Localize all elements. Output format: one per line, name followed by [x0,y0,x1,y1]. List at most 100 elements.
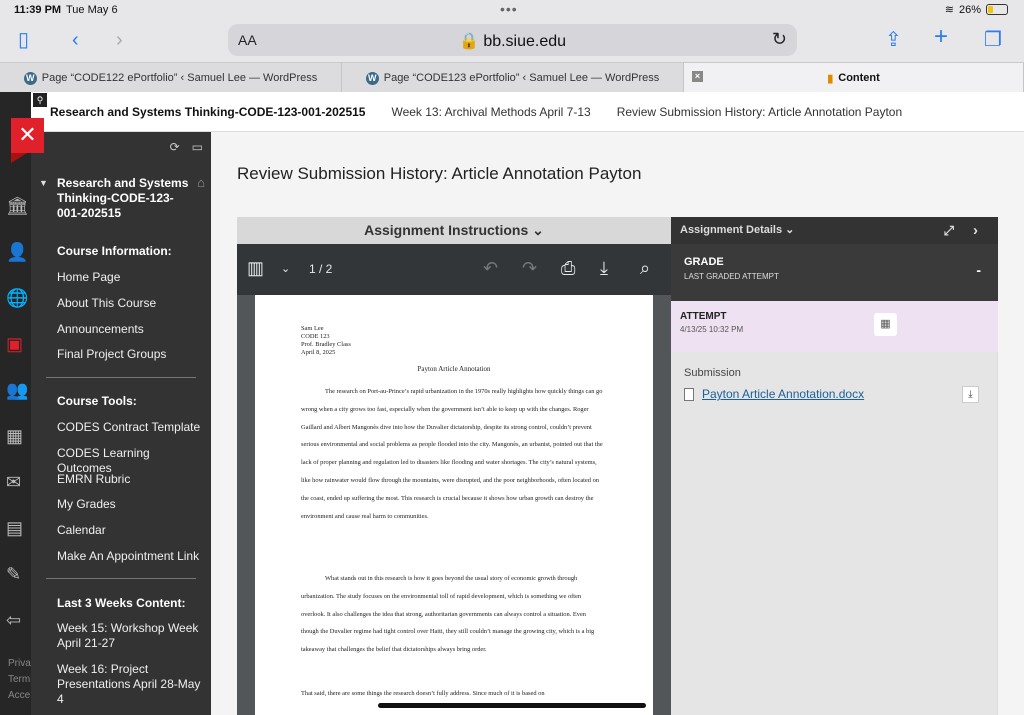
wordpress-icon: W [23,71,37,85]
groups-icon[interactable]: 👥 [6,380,28,401]
menu-item-week-15[interactable]: Week 15: Workshop Week April 21-27 [57,621,207,651]
menu-divider [46,377,196,378]
close-course-button[interactable]: ✕ [11,118,44,163]
wifi-icon: ≋ [944,4,954,16]
page-indicator: 1 / 2 [309,262,333,276]
breadcrumb: Research and Systems Thinking-CODE-123-0… [31,92,1024,132]
tab-label: Content [838,72,880,84]
download-icon[interactable]: ⤓ [600,258,608,279]
paragraph-text: The research on Port-au-Prince’s rapid u… [301,388,603,520]
collapse-caret-icon[interactable]: ▼ [39,178,48,188]
multitasking-dots-icon[interactable]: ••• [500,1,518,17]
print-icon[interactable]: ⎙ [561,258,575,279]
new-tab-icon[interactable]: + [934,25,948,49]
blackboard-page: 🏛 👤 🌐 ▣ 👥 ▦ ✉ ▤ ✎ ⇦ Priva Term Acce ✕ ⚲ … [0,92,1024,715]
refresh-icon[interactable]: ⟳ [170,140,180,154]
menu-item-week-16[interactable]: Week 16: Project Presentations April 28-… [57,662,207,707]
submission-file-link[interactable]: Payton Article Annotation.docx [684,387,864,401]
section-heading: Course Information: [57,244,172,258]
profile-icon[interactable]: 👤 [6,242,28,263]
sign-out-icon[interactable]: ⇦ [6,610,21,631]
reload-icon[interactable]: ↻ [772,29,787,50]
battery-icon [986,4,1008,15]
assignment-details-header[interactable]: Assignment Details ⌄ ⤢ › [671,217,998,244]
document-page: Sam Lee CODE 123 Prof. Bradley Class Apr… [255,295,653,715]
document-viewer[interactable]: Sam Lee CODE 123 Prof. Bradley Class Apr… [237,295,671,715]
grades-icon[interactable]: ▤ [6,518,23,539]
globe-icon[interactable]: 🌐 [6,288,28,309]
sidebar-toggle-icon[interactable]: ▯ [18,28,29,52]
download-icon[interactable]: ⤓ [962,386,979,403]
section-heading: Course Tools: [57,394,137,408]
back-icon[interactable]: ‹ [72,28,79,52]
assignment-instructions-toggle[interactable]: Assignment Instructions ⌄ [237,217,671,244]
wordpress-icon: W [365,71,379,85]
status-time: 11:39 PM [14,4,62,16]
breadcrumb-week[interactable]: Week 13: Archival Methods April 7-13 [391,105,590,119]
document-viewer-toolbar: ▥ ⌄ 1 / 2 ↶ ↷ ⎙ ⤓ ⌕ [237,244,671,295]
tab-strip: W Page “CODE122 ePortfolio” ‹ Samuel Lee… [0,62,1024,93]
terms-link[interactable]: Term [8,674,30,685]
blackboard-icon: ▮ [827,72,834,85]
chevron-right-icon[interactable]: › [973,217,978,244]
paragraph-text: What stands out in this research is how … [301,575,595,654]
forward-icon[interactable]: › [116,28,123,52]
details-title: Assignment Details [680,224,783,236]
menu-divider [46,578,196,579]
menu-item-about[interactable]: About This Course [57,296,207,311]
menu-item-announcements[interactable]: Announcements [57,322,207,337]
courses-icon[interactable]: ▣ [6,334,23,355]
redo-icon[interactable]: ↷ [522,258,537,279]
grade-sublabel: LAST GRADED ATTEMPT [684,272,779,281]
grade-label: GRADE [684,256,724,268]
attempt-time: 4/13/25 10:32 PM [680,325,744,334]
calendar-icon[interactable]: ▦ [6,426,23,447]
tabs-overview-icon[interactable]: ❐ [984,28,1002,52]
breadcrumb-course[interactable]: Research and Systems Thinking-CODE-123-0… [50,105,365,119]
doc-header-line: CODE 123 [301,333,330,340]
doc-header-line: April 8, 2025 [301,349,336,356]
url-text: 🔒 bb.siue.edu [228,31,797,51]
menu-item-my-grades[interactable]: My Grades [57,497,207,512]
menu-item-appointment[interactable]: Make An Appointment Link [57,549,207,564]
address-bar[interactable]: AA 🔒 bb.siue.edu ↻ [228,24,797,56]
browser-toolbar: ▯ ‹ › AA 🔒 bb.siue.edu ↻ ⇪ + ❐ [0,20,1024,62]
attempt-section[interactable]: ATTEMPT 4/13/25 10:32 PM ▦ [671,301,998,352]
accessibility-link[interactable]: Acce [8,690,30,701]
messages-icon[interactable]: ✉ [6,472,21,493]
doc-header-line: Sam Lee [301,325,324,332]
course-title[interactable]: Research and Systems Thinking-CODE-123-0… [57,176,197,221]
thumbnails-icon[interactable]: ▥ [247,258,264,279]
tab-code123[interactable]: W Page “CODE123 ePortfolio” ‹ Samuel Lee… [342,63,684,93]
home-indicator[interactable] [378,703,646,708]
menu-item-final-project-groups[interactable]: Final Project Groups [57,347,207,362]
grade-section: GRADE LAST GRADED ATTEMPT - [671,244,998,301]
folder-icon[interactable]: ▭ [192,140,203,154]
close-tab-icon[interactable]: × [692,71,703,82]
menu-item-contract-template[interactable]: CODES Contract Template [57,420,207,435]
search-icon[interactable]: ⌕ [640,258,650,279]
menu-item-calendar[interactable]: Calendar [57,523,207,538]
menu-item-emrn-rubric[interactable]: EMRN Rubric [57,472,207,487]
breadcrumb-current: Review Submission History: Article Annot… [616,104,903,119]
battery-percent: 26% [958,3,981,16]
attempt-label: ATTEMPT [680,311,727,322]
menu-item-home-page[interactable]: Home Page [57,270,207,285]
pin-icon[interactable]: ⚲ [33,93,47,107]
submission-file-name[interactable]: Payton Article Annotation.docx [702,387,864,401]
expand-icon[interactable]: ⤢ [944,217,954,244]
privacy-link[interactable]: Priva [8,658,31,669]
chevron-down-icon[interactable]: ⌄ [281,262,290,275]
tools-icon[interactable]: ✎ [6,564,21,585]
tab-code122[interactable]: W Page “CODE122 ePortfolio” ‹ Samuel Lee… [0,63,342,93]
lock-icon: 🔒 [458,33,479,50]
tab-content[interactable]: × ▮ Content [684,63,1024,93]
submission-label: Submission [684,367,741,379]
undo-icon[interactable]: ↶ [483,258,498,279]
home-icon[interactable]: ⌂ [197,175,205,190]
share-icon[interactable]: ⇪ [885,28,902,52]
grid-icon[interactable]: ▦ [874,313,897,336]
status-bar: 11:39 PM Tue May 6 ••• ≋ 26% [0,0,1024,20]
institution-icon[interactable]: 🏛 [6,196,29,217]
instructions-label: Assignment Instructions [364,222,529,238]
